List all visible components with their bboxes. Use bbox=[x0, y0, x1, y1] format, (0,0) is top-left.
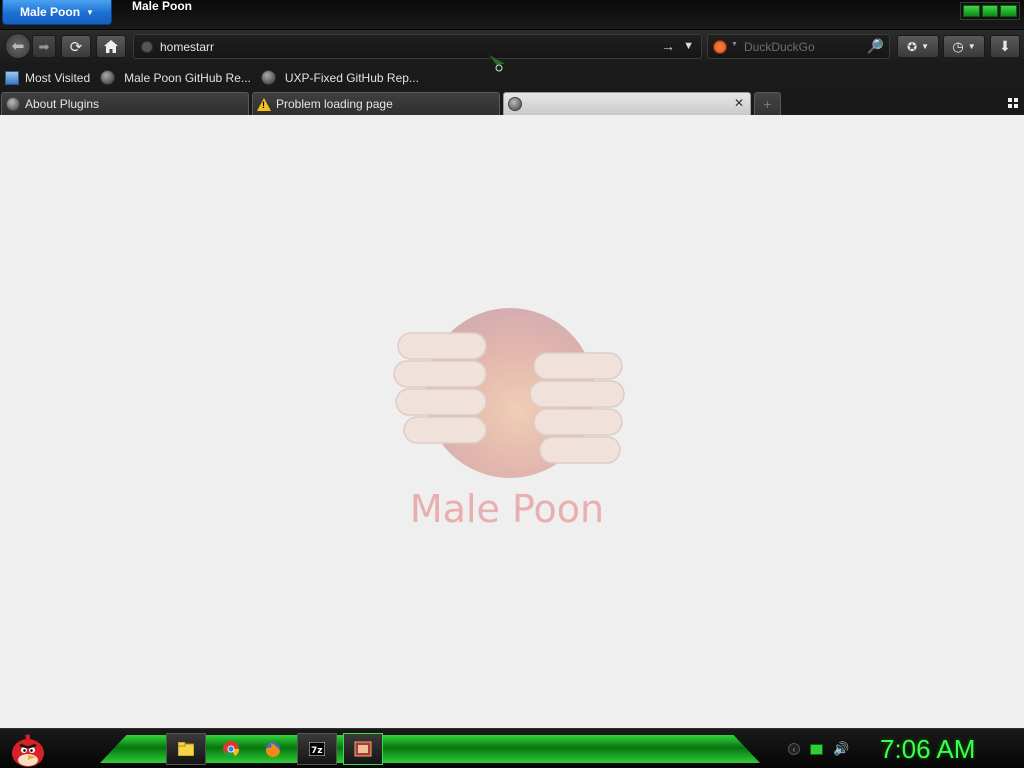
globe-icon bbox=[508, 97, 522, 111]
7zip-icon: 7z bbox=[309, 742, 325, 756]
chevron-down-icon: ▼ bbox=[967, 42, 976, 51]
mouse-cursor-icon bbox=[487, 53, 508, 74]
title-bar: Male Poon ▼ Male Poon bbox=[0, 0, 1024, 30]
network-icon[interactable] bbox=[810, 743, 823, 755]
tab-label: Problem loading page bbox=[276, 97, 393, 111]
forward-arrow-icon: ➡ bbox=[38, 38, 50, 54]
close-tab-icon[interactable]: ✕ bbox=[734, 96, 744, 110]
most-visited-icon bbox=[5, 70, 19, 85]
clock-icon: ◷ bbox=[952, 38, 964, 54]
window-controls[interactable] bbox=[960, 2, 1020, 20]
bookmarks-toolbar: Most Visited Male Poon GitHub Re... UXP-… bbox=[0, 63, 1024, 92]
go-arrow-icon[interactable]: → bbox=[661, 38, 675, 54]
bookmark-male-poon-github[interactable]: Male Poon GitHub Re... bbox=[95, 67, 256, 89]
reload-button[interactable]: ⟳ bbox=[61, 35, 91, 58]
search-input[interactable] bbox=[744, 39, 864, 55]
home-icon bbox=[104, 40, 118, 53]
tab-active[interactable]: ✕ bbox=[503, 92, 751, 115]
plus-icon: + bbox=[763, 96, 772, 112]
tab-label: About Plugins bbox=[25, 97, 100, 111]
url-history-dropdown-icon[interactable]: ▼ bbox=[683, 40, 694, 52]
taskbar-firefox-button[interactable] bbox=[253, 733, 293, 765]
chevron-down-icon: ▼ bbox=[86, 7, 94, 17]
search-icon[interactable]: 🔎 bbox=[867, 38, 884, 55]
globe-icon bbox=[100, 70, 116, 85]
app-menu-label: Male Poon bbox=[20, 5, 81, 19]
url-bar[interactable]: → ▼ bbox=[133, 34, 702, 59]
taskbar-chrome-button[interactable] bbox=[211, 733, 251, 765]
new-tab-button[interactable]: + bbox=[754, 92, 781, 115]
tab-problem-loading-page[interactable]: Problem loading page bbox=[252, 92, 500, 115]
history-menu-button[interactable]: ◷ ▼ bbox=[943, 35, 985, 58]
site-identity-icon[interactable] bbox=[141, 41, 153, 53]
tab-about-plugins[interactable]: About Plugins bbox=[1, 92, 249, 115]
taskbar: 7z ‹ 🔊 7:06 AM bbox=[0, 728, 1024, 768]
chevron-down-icon: ▼ bbox=[921, 42, 929, 51]
forward-button[interactable]: ➡ bbox=[32, 35, 56, 58]
taskbar-browser-button[interactable] bbox=[343, 733, 383, 765]
taskbar-clock[interactable]: 7:06 AM bbox=[880, 734, 975, 765]
browser-icon bbox=[354, 741, 372, 757]
download-arrow-icon: ⬇ bbox=[999, 38, 1011, 54]
start-button-angry-bird-icon[interactable] bbox=[6, 729, 48, 768]
app-menu-button[interactable]: Male Poon ▼ bbox=[2, 0, 112, 25]
reload-icon: ⟳ bbox=[69, 38, 83, 56]
close-window-button[interactable] bbox=[1000, 5, 1018, 17]
tray-chevron-icon[interactable]: ‹ bbox=[788, 743, 800, 755]
navigation-toolbar: ⬅ ➡ ⟳ → ▼ ▼ 🔎 ✪▼ ◷▼ ⬇ bbox=[0, 30, 1024, 63]
system-tray: ‹ 🔊 bbox=[788, 741, 849, 757]
minimize-button[interactable] bbox=[963, 5, 980, 17]
logo-text: Male Poon bbox=[409, 487, 605, 531]
bookmark-most-visited[interactable]: Most Visited bbox=[0, 67, 95, 89]
duckduckgo-icon[interactable] bbox=[713, 40, 727, 54]
svg-text:7z: 7z bbox=[311, 746, 323, 756]
maximize-button[interactable] bbox=[981, 5, 999, 17]
volume-icon[interactable]: 🔊 bbox=[833, 741, 849, 757]
url-input[interactable] bbox=[160, 39, 640, 55]
tab-list-button[interactable] bbox=[1007, 97, 1019, 109]
explorer-icon bbox=[178, 742, 194, 756]
bookmark-label: Most Visited bbox=[25, 70, 91, 85]
chevron-down-icon[interactable]: ▼ bbox=[731, 41, 738, 48]
window-title: Male Poon bbox=[132, 0, 193, 13]
globe-icon bbox=[6, 97, 20, 111]
bookmark-label: UXP-Fixed GitHub Rep... bbox=[284, 70, 419, 85]
bookmarks-menu-button[interactable]: ✪ ▼ bbox=[897, 35, 939, 58]
back-arrow-icon: ⬅ bbox=[11, 38, 25, 55]
search-bar[interactable]: ▼ 🔎 bbox=[707, 34, 890, 59]
firefox-icon bbox=[265, 742, 280, 758]
downloads-button[interactable]: ⬇ bbox=[990, 35, 1020, 58]
chrome-icon bbox=[223, 741, 239, 757]
page-content: Male Poon bbox=[0, 115, 1024, 728]
warning-icon bbox=[257, 97, 271, 111]
globe-icon bbox=[260, 70, 276, 85]
back-button[interactable]: ⬅ bbox=[5, 33, 31, 59]
bookmark-star-icon: ✪ bbox=[907, 39, 918, 54]
tab-strip: About Plugins Problem loading page ✕ + bbox=[0, 92, 1024, 115]
taskbar-explorer-button[interactable] bbox=[166, 733, 206, 765]
bookmark-uxp-fixed-github[interactable]: UXP-Fixed GitHub Rep... bbox=[256, 67, 424, 89]
home-button[interactable] bbox=[96, 35, 126, 58]
taskbar-7zip-button[interactable]: 7z bbox=[297, 733, 337, 765]
bookmark-label: Male Poon GitHub Re... bbox=[124, 70, 251, 85]
